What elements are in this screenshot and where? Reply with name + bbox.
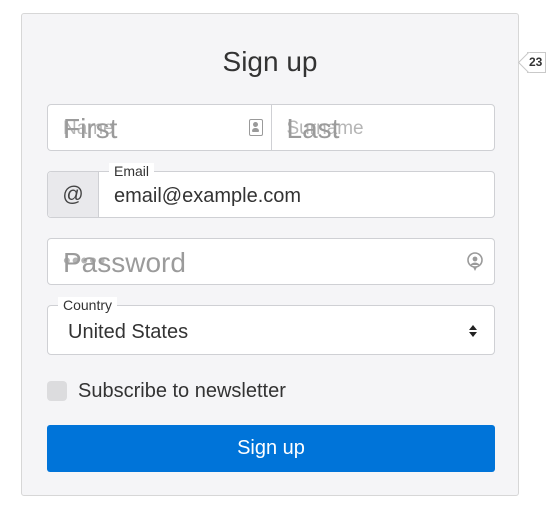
last-name-label: Last bbox=[286, 113, 340, 144]
at-sign-addon: @ bbox=[48, 172, 99, 217]
first-name-field[interactable]: Name First bbox=[48, 105, 271, 150]
password-reveal-icon[interactable] bbox=[466, 252, 484, 272]
first-name-label: First bbox=[63, 113, 118, 144]
country-label: Country bbox=[58, 297, 118, 313]
password-field[interactable]: ••••• Password bbox=[47, 238, 495, 285]
contact-card-icon[interactable] bbox=[248, 119, 263, 136]
country-select[interactable]: Country United States bbox=[47, 297, 495, 355]
email-field[interactable]: @ Email email@example.com bbox=[47, 163, 495, 218]
newsletter-checkbox[interactable] bbox=[47, 381, 67, 401]
form-title: Sign up bbox=[222, 46, 318, 77]
country-value: United States bbox=[68, 321, 189, 343]
email-value[interactable]: email@example.com bbox=[114, 185, 301, 207]
sort-arrows-icon bbox=[468, 324, 478, 338]
password-label: Password bbox=[63, 247, 186, 278]
sign-up-button[interactable]: Sign up bbox=[47, 425, 495, 472]
signup-card: Sign up Name First Surname Last @ Email … bbox=[21, 13, 519, 496]
last-name-field[interactable]: Surname Last bbox=[270, 105, 495, 150]
side-tag: 23 bbox=[527, 52, 546, 73]
newsletter-label: Subscribe to newsletter bbox=[78, 380, 286, 402]
name-fields: Name First Surname Last bbox=[47, 104, 495, 151]
side-tag-text: 23 bbox=[529, 55, 543, 69]
email-label: Email bbox=[109, 163, 155, 179]
